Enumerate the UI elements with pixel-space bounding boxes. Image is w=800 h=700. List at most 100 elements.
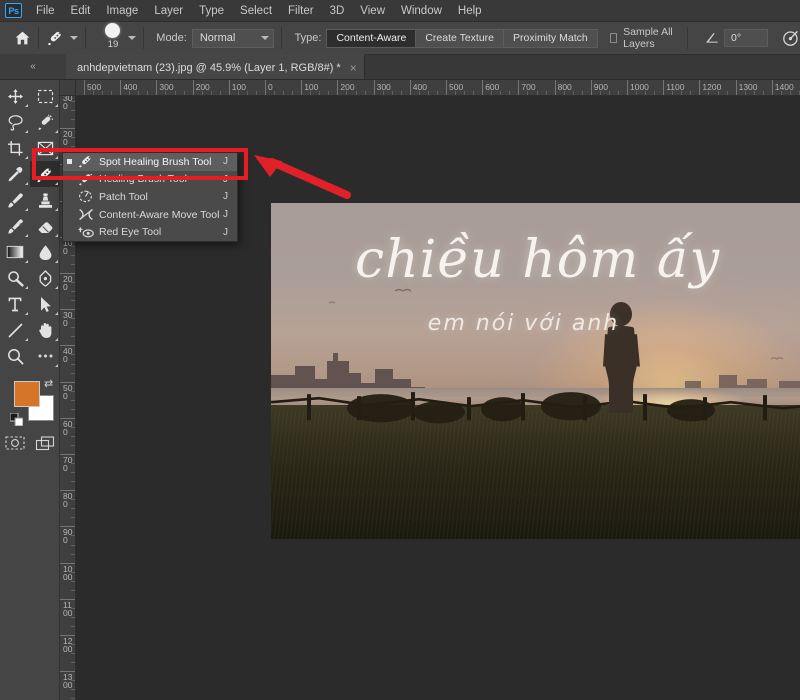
tool-expand-triangle (55, 231, 58, 237)
path-selection-tool[interactable] (30, 291, 60, 317)
foreground-color-swatch[interactable] (14, 381, 40, 407)
eyedropper-tool[interactable] (0, 161, 30, 187)
zoom-tool[interactable] (0, 343, 30, 369)
tool-expand-triangle (25, 205, 28, 211)
default-colors-icon[interactable] (9, 412, 24, 431)
brush-tip-preview (105, 23, 121, 38)
divider (687, 27, 688, 49)
flyout-item-red-eye-tool[interactable]: Red Eye Tool J (63, 223, 237, 241)
options-bar: 19 Mode: Normal Type: Content-Aware Crea… (0, 22, 800, 55)
object-selection-tool[interactable] (30, 109, 60, 135)
tool-expand-triangle (25, 127, 28, 133)
blur-tool[interactable] (30, 239, 60, 265)
mode-buttons (0, 431, 60, 455)
collapse-left-icon[interactable]: « (0, 54, 66, 79)
flyout-item-patch-tool[interactable]: Patch Tool J (63, 188, 237, 206)
flyout-item-spot-healing-brush-tool[interactable]: Spot Healing Brush Tool J (63, 153, 237, 171)
photo-person-silhouette (603, 302, 640, 414)
brush-settings-chevron-icon[interactable] (127, 36, 136, 40)
hand-tool[interactable] (30, 317, 60, 343)
document-tab-bar: « anhdepvietnam (23).jpg @ 45.9% (Layer … (0, 54, 800, 80)
flyout-label: Patch Tool (99, 190, 148, 203)
menu-file[interactable]: File (28, 1, 63, 21)
quick-mask-icon[interactable] (0, 431, 30, 455)
type-option-content-aware[interactable]: Content-Aware (326, 28, 417, 48)
frame-tool[interactable] (30, 135, 60, 161)
document-tab[interactable]: anhdepvietnam (23).jpg @ 45.9% (Layer 1,… (66, 54, 365, 79)
horizontal-type-tool[interactable] (0, 291, 30, 317)
flyout-shortcut: J (223, 209, 228, 221)
spot-healing-brush-icon[interactable] (46, 26, 66, 50)
angle-icon (706, 33, 718, 43)
tool-expand-triangle (25, 101, 28, 107)
healing-patch-icon (77, 172, 94, 186)
pen-tool[interactable] (30, 265, 60, 291)
type-option-create-texture[interactable]: Create Texture (416, 28, 505, 48)
healing-brush-icon (77, 155, 94, 169)
type-option-proximity-match[interactable]: Proximity Match (504, 28, 598, 48)
mode-label: Mode: (156, 32, 187, 44)
move-tool[interactable] (0, 83, 30, 109)
tool-expand-triangle (55, 153, 58, 159)
brush-tool[interactable] (0, 187, 30, 213)
menu-window[interactable]: Window (393, 1, 450, 21)
dodge-tool[interactable] (0, 265, 30, 291)
angle-input[interactable]: 0° (724, 29, 768, 47)
divider (38, 27, 39, 49)
divider (142, 27, 144, 49)
tablet-pressure-icon[interactable] (782, 27, 800, 49)
selected-marker (67, 159, 72, 165)
document-tab-title: anhdepvietnam (23).jpg @ 45.9% (Layer 1,… (77, 61, 341, 74)
menu-filter[interactable]: Filter (280, 1, 322, 21)
rectangular-marquee-tool[interactable] (30, 83, 60, 109)
menu-image[interactable]: Image (98, 1, 146, 21)
document-image[interactable]: chiều hôm ấy em nói với anh (271, 203, 800, 539)
screen-mode-icon[interactable] (30, 431, 60, 455)
tools-grid (0, 80, 60, 369)
photoshop-logo: Ps (5, 3, 22, 18)
lasso-tool[interactable] (0, 109, 30, 135)
sample-all-layers-checkbox[interactable] (609, 33, 618, 43)
divider (84, 27, 86, 49)
horizontal-ruler[interactable]: 500 400 300 200 100 0 100 200 300 400 500 600 700 800… (76, 80, 800, 96)
flyout-item-content-aware-move-tool[interactable]: Content-Aware Move Tool J (63, 206, 237, 224)
tools-panel: ⇄ (0, 80, 60, 700)
clone-stamp-tool[interactable] (30, 187, 60, 213)
history-brush-tool[interactable] (0, 213, 30, 239)
crop-tool[interactable] (0, 135, 30, 161)
blend-mode-dropdown[interactable]: Normal (191, 28, 274, 48)
close-icon[interactable]: × (350, 62, 357, 74)
spot-healing-brush-tool[interactable] (30, 161, 60, 187)
edit-toolbar-button[interactable] (30, 343, 60, 369)
menu-select[interactable]: Select (232, 1, 280, 21)
swap-colors-icon[interactable]: ⇄ (44, 377, 53, 390)
flyout-label: Healing Brush Tool (99, 173, 187, 186)
gradient-tool[interactable] (0, 239, 30, 265)
flyout-item-healing-brush-tool[interactable]: Healing Brush Tool J (63, 171, 237, 189)
tool-expand-triangle (25, 283, 28, 289)
menu-3d[interactable]: 3D (322, 1, 353, 21)
angle-control[interactable]: 0° (705, 29, 768, 47)
flyout-shortcut: J (223, 226, 228, 238)
brush-size-control[interactable]: 19 (102, 23, 123, 53)
type-segmented-control: Content-Aware Create Texture Proximity M… (326, 28, 598, 48)
tool-expand-triangle (55, 205, 58, 211)
line-tool[interactable] (0, 317, 30, 343)
sample-all-layers-label: Sample All Layers (623, 26, 673, 50)
sample-all-layers-control[interactable]: Sample All Layers (609, 26, 681, 50)
menu-type[interactable]: Type (191, 1, 232, 21)
home-icon[interactable] (14, 26, 31, 50)
photoshop-window: Ps File Edit Image Layer Type Select Fil… (0, 0, 800, 700)
brush-preset-chevron-icon[interactable] (69, 36, 78, 40)
eraser-tool[interactable] (30, 213, 60, 239)
menu-bar: Ps File Edit Image Layer Type Select Fil… (0, 0, 800, 22)
menu-layer[interactable]: Layer (146, 1, 191, 21)
menu-view[interactable]: View (352, 1, 393, 21)
tool-expand-triangle (55, 335, 58, 341)
tool-expand-triangle (55, 283, 58, 289)
menu-help[interactable]: Help (450, 1, 490, 21)
menu-edit[interactable]: Edit (63, 1, 99, 21)
brush-size-value: 19 (107, 39, 119, 50)
ruler-origin-corner[interactable] (60, 80, 76, 96)
selected-marker (67, 212, 72, 217)
